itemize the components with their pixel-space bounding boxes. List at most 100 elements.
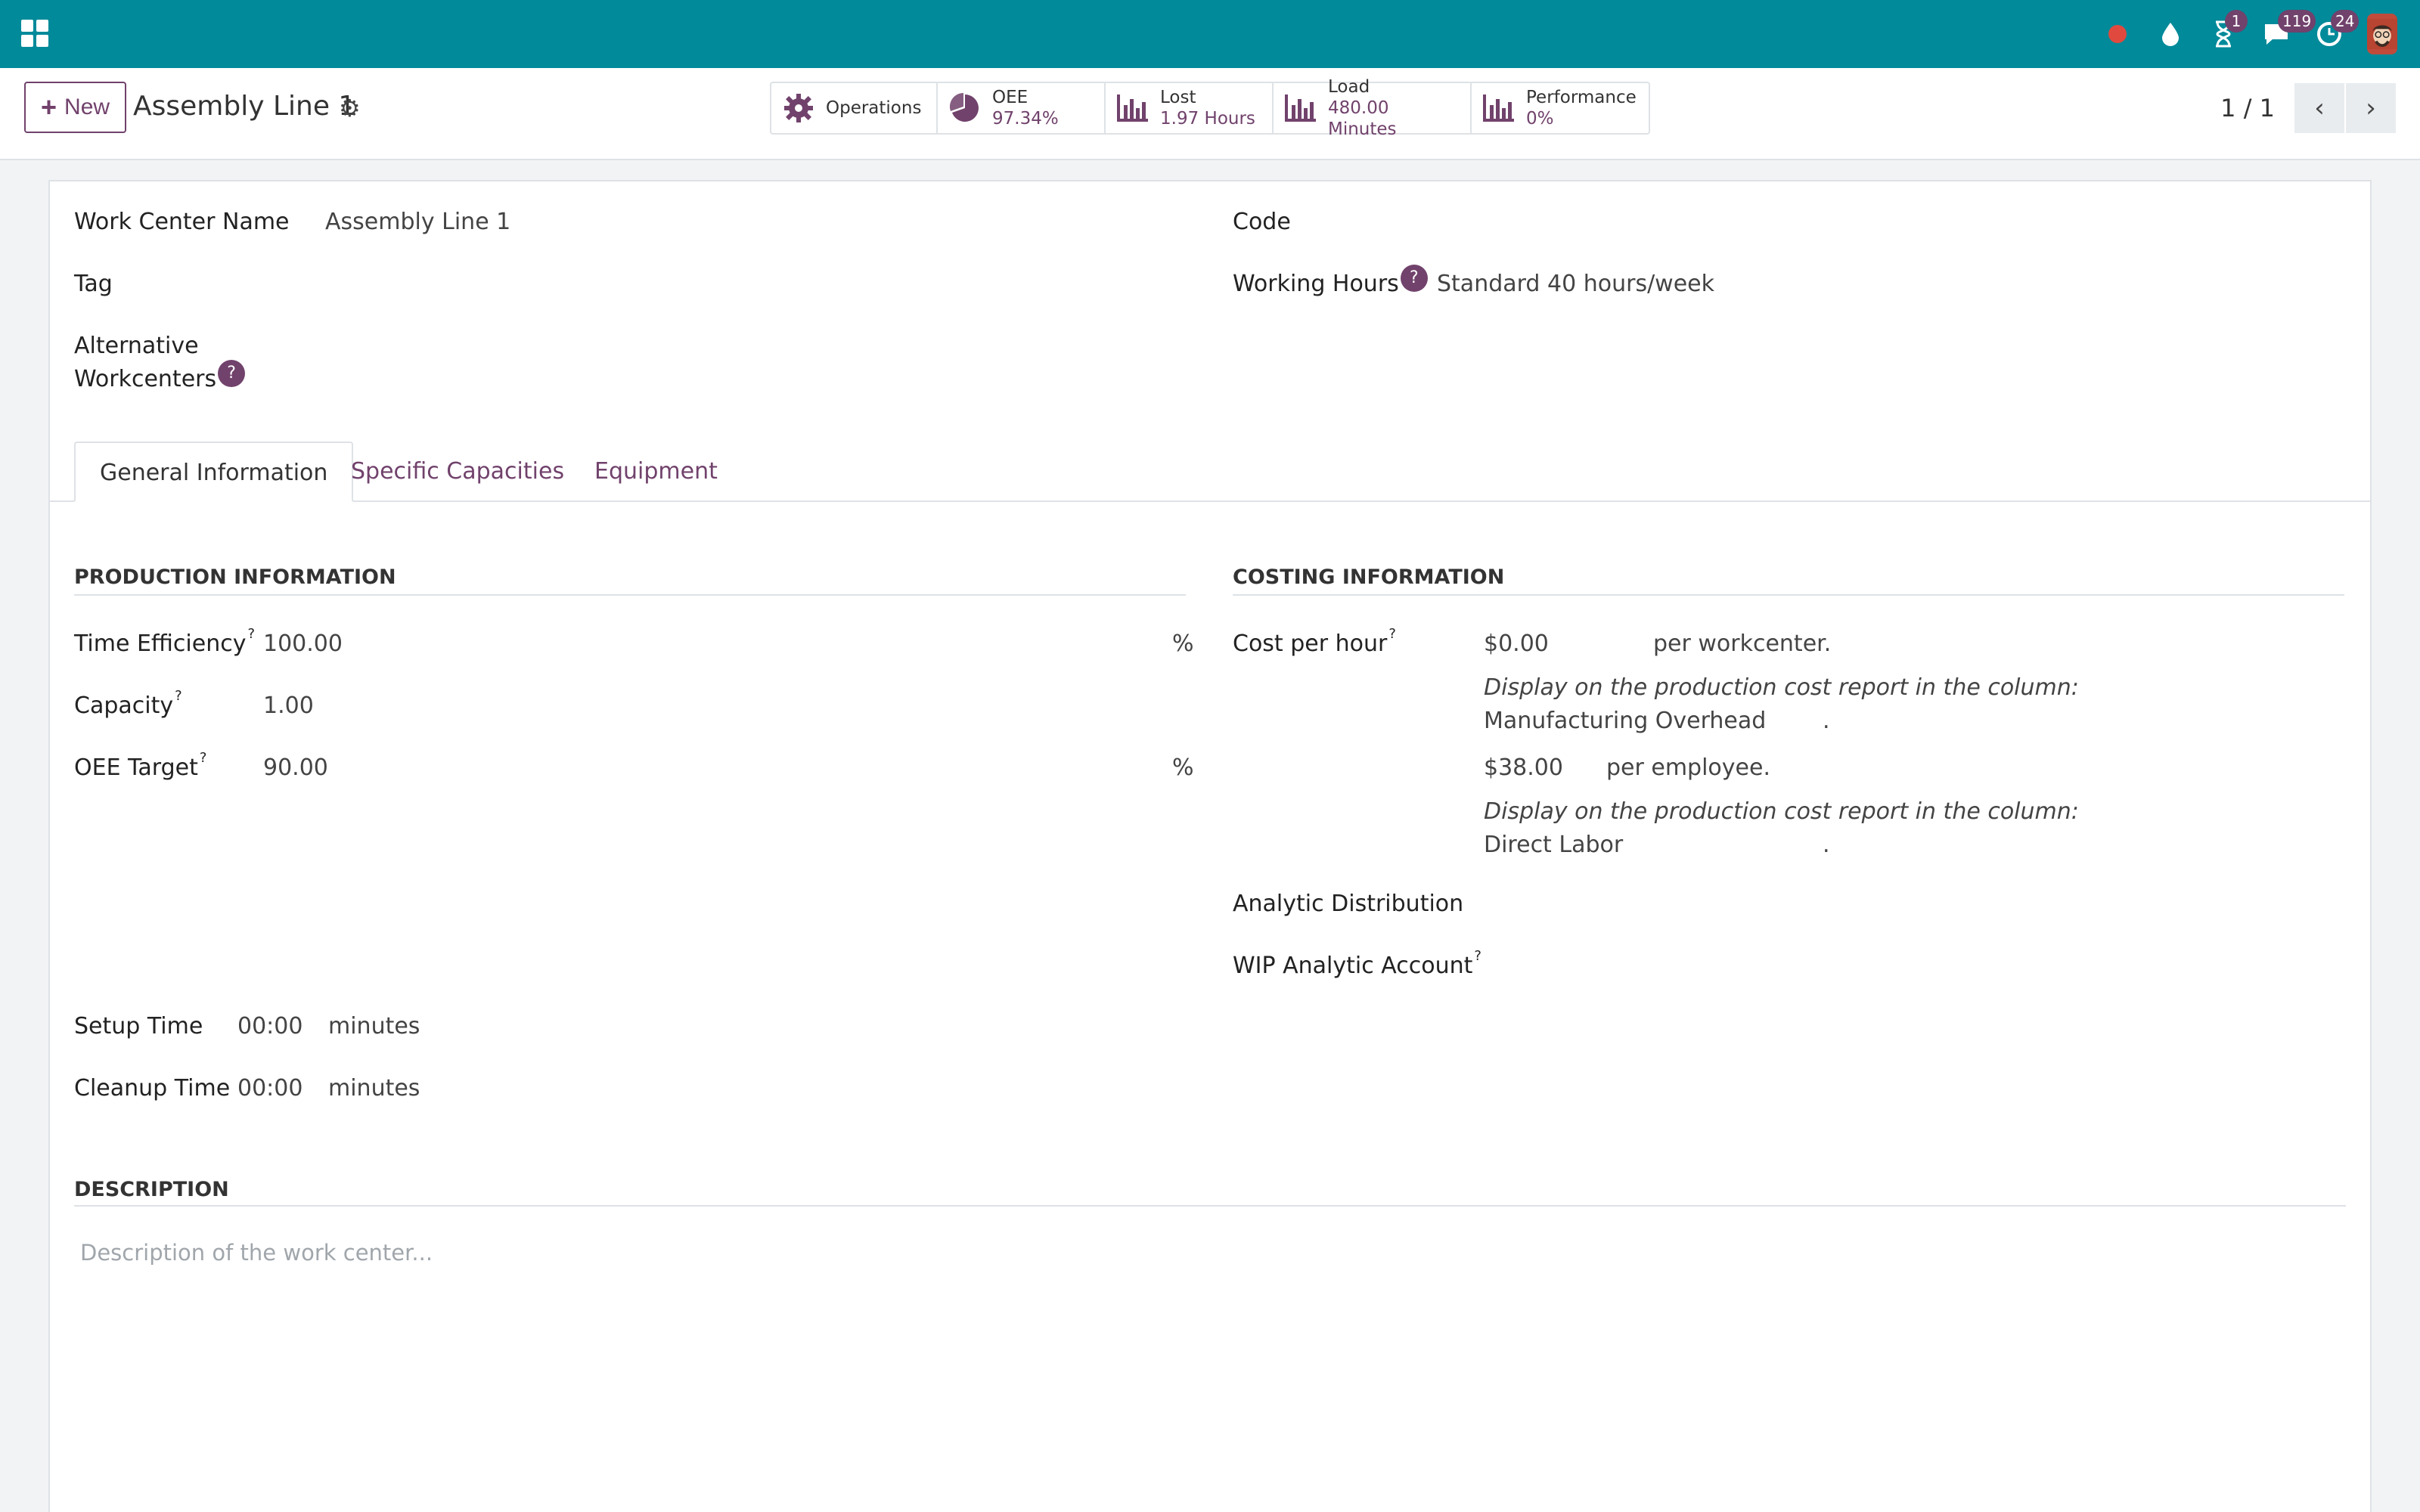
cleanup-time-label: Cleanup Time [74,1075,231,1101]
capacity-label: Capacity? [74,688,182,719]
smart-buttons: Operations OEE 97.34% Lost 1.97 Hours Lo… [770,77,1650,139]
new-button[interactable]: + New [24,82,127,133]
bar-chart-icon [1284,91,1317,125]
hourglass-icon[interactable]: 1 [2208,10,2248,49]
pie-chart-icon [948,91,982,125]
alternative-workcenters-label-text: Workcenters [74,366,217,392]
help-tooltip-icon[interactable]: ? [218,360,246,387]
activity-badge: 1 [2225,10,2248,33]
pager: 1 / 1 ‹ › [2220,83,2396,133]
help-superscript[interactable]: ? [200,750,207,766]
wip-analytic-account-label: WIP Analytic Account? [1233,948,1481,979]
clock-icon[interactable]: 24 [2314,10,2360,49]
section-divider [74,1205,2346,1207]
code-field[interactable] [1461,204,2331,237]
display-note-labor: Display on the production cost report in… [1484,798,2079,825]
cleanup-time-unit: minutes [328,1075,420,1101]
help-superscript[interactable]: ? [175,688,182,704]
oee-target-field[interactable]: 90.00 [263,754,328,781]
working-hours-label-text: Working Hours [1233,271,1399,297]
display-note-overhead: Display on the production cost report in… [1484,674,2079,701]
time-efficiency-unit: % [1172,631,1194,657]
pager-previous-button[interactable]: ‹ [2294,83,2344,133]
time-efficiency-field[interactable]: 100.00 [263,631,343,657]
bar-chart-icon [1116,91,1150,125]
section-divider [1233,594,2344,596]
plus-icon: + [41,91,57,122]
cost-per-hour-label-text: Cost per hour [1233,631,1388,657]
working-hours-label: Working Hours? [1233,265,1428,298]
cleanup-time-field[interactable]: 00:00 [237,1075,302,1101]
stat-button-load[interactable]: Load 480.00 Minutes [1274,77,1472,139]
chevron-left-icon: ‹ [2314,93,2325,123]
notebook-tabs: General Information Specific Capacities … [50,442,2370,502]
gear-icon [782,91,815,125]
apps-grid-icon[interactable] [21,20,48,47]
form-sheet: Work Center Name Assembly Line 1 Tag Alt… [48,180,2372,1512]
gear-icon[interactable]: ⚙ [339,94,361,122]
wip-analytic-account-label-text: WIP Analytic Account [1233,953,1473,979]
work-center-name-field[interactable]: Assembly Line 1 [325,209,510,235]
stat-button-performance[interactable]: Performance 0% [1472,83,1649,133]
stat-label: OEE [992,88,1028,107]
alternative-workcenters-field[interactable] [325,348,1157,381]
costing-information-title: COSTING INFORMATION [1233,565,1505,589]
drop-icon[interactable] [2155,19,2186,49]
wip-analytic-account-field[interactable] [1593,948,2334,981]
description-editor[interactable]: Description of the work center... [80,1240,433,1266]
cost-per-hour-label: Cost per hour? [1233,626,1396,657]
setup-time-field[interactable]: 00:00 [237,1013,302,1040]
recording-dot-icon[interactable] [2102,19,2133,49]
cost-per-hour-field[interactable]: $0.00 [1484,631,1549,657]
setup-time-unit: minutes [328,1013,420,1040]
employee-cost-field[interactable]: $38.00 [1484,754,1563,781]
stat-value: 1.97 Hours [1160,109,1255,129]
stat-button-lost[interactable]: Lost 1.97 Hours [1106,83,1274,133]
tag-label: Tag [74,271,113,297]
section-divider [74,594,1186,596]
tab-specific-capacities[interactable]: Specific Capacities [351,442,564,502]
help-superscript[interactable]: ? [247,626,255,642]
chat-icon[interactable]: 119 [2261,10,2316,49]
tab-equipment[interactable]: Equipment [594,442,718,502]
oee-target-unit: % [1172,754,1194,781]
tag-field[interactable] [325,266,1157,299]
bar-chart-icon [1482,91,1516,125]
working-hours-field[interactable]: Standard 40 hours/week [1437,271,1714,297]
per-workcenter-text: per workcenter. [1653,631,1832,657]
alternative-workcenters-label-1: Alternative [74,333,199,359]
oee-target-label-text: OEE Target [74,754,198,781]
column-overhead-field[interactable]: Manufacturing Overhead [1484,708,1766,734]
top-navbar: 1 119 24 [0,0,2420,68]
capacity-field[interactable]: 1.00 [263,692,314,719]
description-title: DESCRIPTION [74,1178,229,1201]
work-center-name-label: Work Center Name [74,209,290,235]
help-superscript[interactable]: ? [1388,626,1396,642]
analytic-distribution-field[interactable] [1593,886,2334,919]
tab-general-information[interactable]: General Information [74,442,354,502]
stat-label: Performance [1526,88,1637,107]
per-employee-text: per employee. [1606,754,1770,781]
pager-count[interactable]: 1 / 1 [2220,94,2275,122]
period-text: . [1823,708,1830,734]
code-label: Code [1233,209,1291,235]
pager-next-button[interactable]: › [2346,83,2396,133]
stat-value: 480.00 Minutes [1328,98,1397,139]
systray: 1 119 24 [2102,10,2397,56]
production-information-title: PRODUCTION INFORMATION [74,565,396,589]
time-efficiency-label-text: Time Efficiency [74,631,247,657]
oee-target-label: OEE Target? [74,750,206,781]
capacity-label-text: Capacity [74,692,174,719]
stat-button-operations[interactable]: Operations [771,83,938,133]
stat-button-oee[interactable]: OEE 97.34% [938,83,1106,133]
period-text: . [1823,832,1830,858]
user-avatar[interactable] [2367,14,2397,54]
help-superscript[interactable]: ? [1474,948,1481,964]
column-labor-field[interactable]: Direct Labor [1484,832,1623,858]
stat-value: 0% [1526,109,1554,129]
stat-label: Lost [1160,88,1196,107]
analytic-distribution-label: Analytic Distribution [1233,891,1464,917]
messages-badge: 119 [2278,10,2316,33]
help-tooltip-icon[interactable]: ? [1400,265,1428,292]
alternative-workcenters-label-2: Workcenters? [74,360,246,393]
